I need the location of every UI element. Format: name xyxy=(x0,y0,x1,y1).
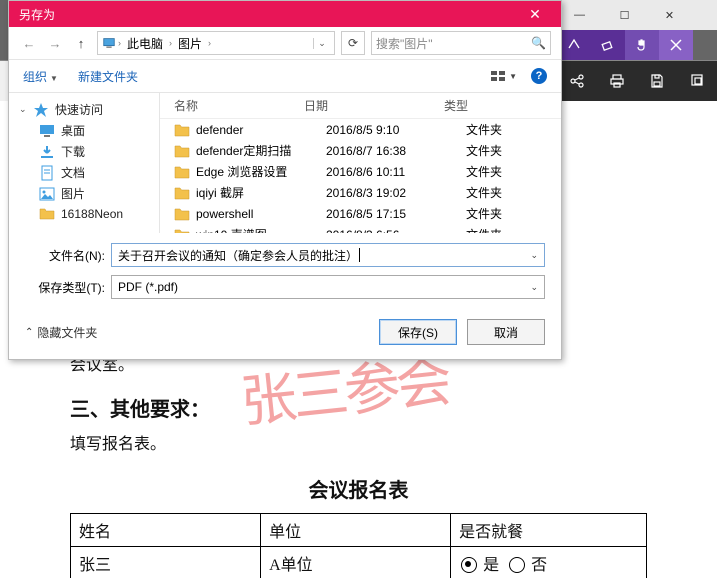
nav-up-icon[interactable]: ↑ xyxy=(71,33,91,53)
file-row[interactable]: win10 声谱图2016/8/3 6:56文件夹 xyxy=(160,224,561,233)
folder-icon xyxy=(174,186,190,200)
download-icon xyxy=(39,144,55,160)
search-icon: 🔍 xyxy=(531,36,546,50)
radio-yes[interactable] xyxy=(461,557,477,573)
breadcrumb-dropdown-icon[interactable]: ⌄ xyxy=(313,38,330,49)
folder-icon xyxy=(174,207,190,221)
filename-label: 文件名(N): xyxy=(25,247,111,264)
search-input[interactable]: 搜索"图片" 🔍 xyxy=(371,31,551,55)
hide-folders-toggle[interactable]: ⌃隐藏文件夹 xyxy=(25,324,97,341)
folder-icon xyxy=(39,206,55,222)
cancel-button[interactable]: 取消 xyxy=(467,319,545,345)
sidebar-item-desktop[interactable]: 桌面 xyxy=(9,120,159,141)
share-icon[interactable] xyxy=(562,66,592,96)
breadcrumb[interactable]: › 此电脑 › 图片 › ⌄ xyxy=(97,31,335,55)
new-folder-button[interactable]: 新建文件夹 xyxy=(78,68,138,85)
file-row[interactable]: defender定期扫描2016/8/7 16:38文件夹 xyxy=(160,140,561,161)
sidebar-item-label: 桌面 xyxy=(61,122,85,139)
column-date[interactable]: 日期 xyxy=(304,97,444,114)
doc-section-3: 三、其他要求： xyxy=(70,393,647,422)
desktop-icon xyxy=(39,123,55,139)
folder-icon xyxy=(174,144,190,158)
chevron-down-icon[interactable]: ⌄ xyxy=(530,250,538,261)
minimize-button[interactable]: — xyxy=(557,0,602,30)
nav-forward-icon[interactable]: → xyxy=(45,33,65,53)
print-icon[interactable] xyxy=(602,66,632,96)
lasso-icon[interactable] xyxy=(557,30,591,60)
ribbon-close-icon[interactable] xyxy=(659,30,693,60)
sidebar-item-label: 快速访问 xyxy=(55,101,103,118)
file-row[interactable]: Edge 浏览器设置2016/8/6 10:11文件夹 xyxy=(160,161,561,182)
file-row[interactable]: defender2016/8/5 9:10文件夹 xyxy=(160,119,561,140)
folder-icon xyxy=(174,228,190,234)
filetype-label: 保存类型(T): xyxy=(25,279,111,296)
file-row[interactable]: powershell2016/8/5 17:15文件夹 xyxy=(160,203,561,224)
save-as-dialog: 另存为 ✕ ← → ↑ › 此电脑 › 图片 › ⌄ ⟳ 搜索"图片" 🔍 组织… xyxy=(8,0,562,360)
organize-menu[interactable]: 组织▼ xyxy=(23,68,58,85)
sidebar-item-downloads[interactable]: 下载 xyxy=(9,141,159,162)
help-icon[interactable]: ? xyxy=(531,68,547,84)
sidebar-item-pictures[interactable]: 图片 xyxy=(9,183,159,204)
sidebar-item-neon[interactable]: 16188Neon xyxy=(9,204,159,224)
chevron-down-icon[interactable]: ⌄ xyxy=(530,282,538,293)
sidebar-item-label: 16188Neon xyxy=(61,207,123,221)
save-disk-icon[interactable] xyxy=(642,66,672,96)
column-type[interactable]: 类型 xyxy=(444,97,561,114)
sidebar-item-quick[interactable]: ⌄快速访问 xyxy=(9,99,159,120)
sidebar-item-label: 下载 xyxy=(61,143,85,160)
nav-back-icon[interactable]: ← xyxy=(19,33,39,53)
doc-icon xyxy=(39,165,55,181)
column-name[interactable]: 名称 xyxy=(174,97,304,114)
search-placeholder: 搜索"图片" xyxy=(376,35,433,52)
folder-tree[interactable]: ⌄快速访问桌面下载文档图片 16188Neon xyxy=(9,93,160,233)
save-button[interactable]: 保存(S) xyxy=(379,319,457,345)
folder-icon xyxy=(174,123,190,137)
sidebar-item-documents[interactable]: 文档 xyxy=(9,162,159,183)
maximize-button[interactable]: ☐ xyxy=(602,0,647,30)
table-title: 会议报名表 xyxy=(70,474,647,503)
sidebar-item-label: 文档 xyxy=(61,164,85,181)
pic-icon xyxy=(39,186,55,202)
dialog-close-button[interactable]: ✕ xyxy=(515,6,555,23)
doc-fill-form: 填写报名表。 xyxy=(70,430,647,454)
pc-icon xyxy=(102,36,116,50)
file-row[interactable]: iqiyi 截屏2016/8/3 19:02文件夹 xyxy=(160,182,561,203)
eraser-icon[interactable] xyxy=(591,30,625,60)
view-options-button[interactable]: ▼ xyxy=(491,70,517,82)
table-row: 张三 A单位 是 否 xyxy=(71,547,647,578)
app-close-button[interactable]: ✕ xyxy=(647,0,692,30)
folder-icon xyxy=(174,165,190,179)
radio-no[interactable] xyxy=(509,557,525,573)
star-icon xyxy=(33,102,49,118)
filetype-select[interactable]: PDF (*.pdf) ⌄ xyxy=(111,275,545,299)
file-list[interactable]: 名称 日期 类型 defender2016/8/5 9:10文件夹defende… xyxy=(160,93,561,233)
sidebar-item-label: 图片 xyxy=(61,185,85,202)
dialog-title: 另存为 xyxy=(19,6,55,23)
hand-icon[interactable] xyxy=(625,30,659,60)
filename-input[interactable]: 关于召开会议的通知（确定参会人员的批注） ⌄ xyxy=(111,243,545,267)
refresh-icon[interactable]: ⟳ xyxy=(341,31,365,55)
pin-icon[interactable] xyxy=(682,66,712,96)
registration-table: 姓名 单位 是否就餐 张三 A单位 是 否 xyxy=(70,513,647,578)
